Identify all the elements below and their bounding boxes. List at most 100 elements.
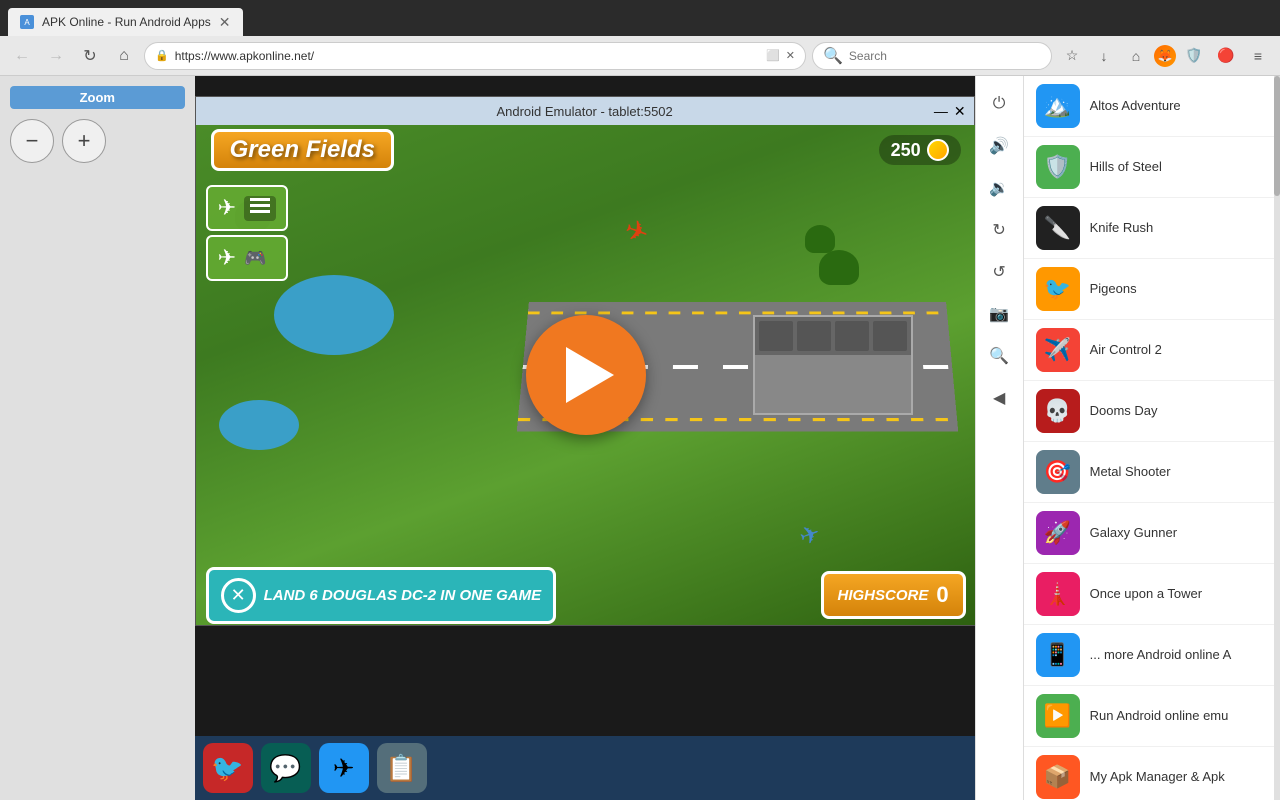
center-area: Android Emulator - tablet:5502 — ✕ bbox=[195, 76, 975, 800]
main-layout: Zoom − + Android Emulator - tablet:5502 … bbox=[0, 76, 1280, 800]
back-nav-button[interactable]: ◀ bbox=[979, 378, 1019, 418]
game-header: Green Fields 250 bbox=[196, 125, 975, 175]
tab-close-btn[interactable]: ✕ bbox=[219, 14, 231, 31]
emulator-minimize[interactable]: — bbox=[934, 103, 948, 120]
game-title: Green Fields bbox=[211, 129, 394, 171]
game-list-item[interactable]: 🚀 Galaxy Gunner bbox=[1024, 503, 1280, 564]
browser-toolbar: ← → ↻ ⌂ 🔒 https://www.apkonline.net/ ⬜ ✕… bbox=[0, 36, 1280, 76]
hamburger-menu[interactable]: ≡ bbox=[1244, 42, 1272, 70]
game-thumbnail: 🛡️ bbox=[1036, 145, 1080, 189]
game-thumbnail: 🎯 bbox=[1036, 450, 1080, 494]
close-url-icon[interactable]: ✕ bbox=[786, 49, 795, 62]
taskbar-whatsapp[interactable]: 💬 bbox=[261, 743, 311, 793]
list-menu-badge[interactable]: ✈ bbox=[206, 185, 288, 231]
browser-tab[interactable]: A APK Online - Run Android Apps ✕ bbox=[8, 8, 243, 36]
building-grid bbox=[755, 317, 911, 355]
game-thumbnail: 💀 bbox=[1036, 389, 1080, 433]
game-list-item[interactable]: 🎯 Metal Shooter bbox=[1024, 442, 1280, 503]
highscore-badge: Highscore 0 bbox=[821, 571, 966, 619]
list-icon bbox=[244, 196, 276, 221]
rotate-ccw-button[interactable]: ↺ bbox=[979, 252, 1019, 292]
right-sidebar: 🏔️Altos Adventure 🛡️ Hills of Steel 🔪 Knife … bbox=[1023, 76, 1280, 800]
game-name-label: Galaxy Gunner bbox=[1090, 525, 1177, 542]
back-button[interactable]: ← bbox=[8, 42, 36, 70]
address-bar[interactable]: 🔒 https://www.apkonline.net/ ⬜ ✕ bbox=[144, 42, 806, 70]
airport-building bbox=[753, 315, 913, 415]
game-name-label: Once upon a Tower bbox=[1090, 586, 1203, 603]
play-button[interactable] bbox=[526, 315, 646, 435]
search-box: 🔍 bbox=[812, 42, 1052, 70]
zoom-ctrl-button[interactable]: 🔍 bbox=[979, 336, 1019, 376]
game-list-item[interactable]: 🛡️ Hills of Steel bbox=[1024, 137, 1280, 198]
volume-up-button[interactable]: 🔊 bbox=[979, 126, 1019, 166]
whatsapp-icon: 💬 bbox=[269, 753, 301, 784]
power-button[interactable]: ⏻ bbox=[979, 84, 1019, 124]
home-icon-button[interactable]: ⌂ bbox=[1122, 42, 1150, 70]
mission-circle-icon: ✕ bbox=[221, 578, 256, 613]
firefox-logo: 🦊 bbox=[1154, 45, 1176, 67]
rotate-cw-button[interactable]: ↻ bbox=[979, 210, 1019, 250]
game-thumbnail: 📦 bbox=[1036, 755, 1080, 799]
search-input[interactable] bbox=[849, 49, 1041, 63]
game-thumbnail: ✈️ bbox=[1036, 328, 1080, 372]
left-panel: Zoom − + bbox=[0, 76, 195, 800]
tablet-icon: ⬜ bbox=[766, 49, 780, 62]
forward-button[interactable]: → bbox=[42, 42, 70, 70]
gamepad-menu-badge[interactable]: ✈ 🎮 bbox=[206, 235, 288, 281]
game-bottom-bar: ✕ Land 6 Douglas DC-2 in one game Highsc… bbox=[196, 565, 975, 625]
downloads-button[interactable]: ↓ bbox=[1090, 42, 1118, 70]
emulator-game-screen[interactable]: ✈ ✈ ✈ ✈ bbox=[196, 125, 975, 625]
emulator-close[interactable]: ✕ bbox=[954, 103, 966, 120]
tab-favicon: A bbox=[20, 15, 34, 29]
firefox-menu-button[interactable]: 🔴 bbox=[1212, 42, 1240, 70]
game-name-label: Metal Shooter bbox=[1090, 464, 1171, 481]
zoom-out-button[interactable]: − bbox=[10, 119, 54, 163]
game-thumbnail: 🚀 bbox=[1036, 511, 1080, 555]
emulator-titlebar: Android Emulator - tablet:5502 — ✕ bbox=[196, 97, 974, 125]
game-list-item[interactable]: 🔪 Knife Rush bbox=[1024, 198, 1280, 259]
app-taskbar: 🐦 💬 ✈ 📋 bbox=[195, 736, 975, 800]
emulator-title: Android Emulator - tablet:5502 bbox=[496, 104, 672, 119]
screenshot-button[interactable]: 📷 bbox=[979, 294, 1019, 334]
zoom-controls: − + bbox=[10, 119, 185, 163]
game-name-label: Knife Rush bbox=[1090, 220, 1154, 237]
game-name-label: Air Control 2 bbox=[1090, 342, 1162, 359]
game-name-label: Run Android online emu bbox=[1090, 708, 1229, 725]
toolbar-icons: ☆ ↓ ⌂ 🦊 🛡️ 🔴 ≡ bbox=[1058, 42, 1272, 70]
bookmark-button[interactable]: ☆ bbox=[1058, 42, 1086, 70]
mission-badge: ✕ Land 6 Douglas DC-2 in one game bbox=[206, 567, 557, 624]
reload-button[interactable]: ↻ bbox=[76, 42, 104, 70]
taskbar-file-manager[interactable]: 📋 bbox=[377, 743, 427, 793]
game-list-item[interactable]: ✈️ Air Control 2 bbox=[1024, 320, 1280, 381]
game-list-item[interactable]: 🗼 Once upon a Tower bbox=[1024, 564, 1280, 625]
coin-amount: 250 bbox=[891, 140, 921, 161]
highscore-value: 0 bbox=[936, 582, 948, 608]
game-list-item[interactable]: ▶️Run Android online emu bbox=[1024, 686, 1280, 747]
shield-button[interactable]: 🛡️ bbox=[1180, 42, 1208, 70]
left-menu: ✈ ✈ 🎮 bbox=[206, 185, 288, 281]
emulator-window: Android Emulator - tablet:5502 — ✕ bbox=[195, 96, 975, 626]
coin-display: 250 bbox=[879, 135, 961, 165]
zoom-in-button[interactable]: + bbox=[62, 119, 106, 163]
coin-icon bbox=[927, 139, 949, 161]
tree-2 bbox=[805, 225, 835, 253]
gamepad-icon: 🎮 bbox=[244, 248, 266, 269]
game-name-label: Hills of Steel bbox=[1090, 159, 1162, 176]
home-button[interactable]: ⌂ bbox=[110, 42, 138, 70]
play-triangle-icon bbox=[566, 347, 614, 403]
taskbar-angry-birds[interactable]: 🐦 bbox=[203, 743, 253, 793]
game-thumbnail: 🐦 bbox=[1036, 267, 1080, 311]
game-thumbnail: 🏔️ bbox=[1036, 84, 1080, 128]
game-list-item[interactable]: 📦My Apk Manager & Apk bbox=[1024, 747, 1280, 800]
game-list-item[interactable]: 📱... more Android online A bbox=[1024, 625, 1280, 686]
volume-down-button[interactable]: 🔉 bbox=[979, 168, 1019, 208]
game-list: 🏔️Altos Adventure 🛡️ Hills of Steel 🔪 Knife … bbox=[1024, 76, 1280, 800]
water-lake bbox=[274, 275, 394, 355]
taskbar-telegram[interactable]: ✈ bbox=[319, 743, 369, 793]
game-list-item[interactable]: 🏔️Altos Adventure bbox=[1024, 76, 1280, 137]
game-list-item[interactable]: 💀Dooms Day bbox=[1024, 381, 1280, 442]
game-list-item[interactable]: 🐦Pigeons bbox=[1024, 259, 1280, 320]
game-thumbnail: 🔪 bbox=[1036, 206, 1080, 250]
emulator-panel: Android Emulator - tablet:5502 — ✕ bbox=[195, 76, 1023, 800]
game-thumbnail: 🗼 bbox=[1036, 572, 1080, 616]
